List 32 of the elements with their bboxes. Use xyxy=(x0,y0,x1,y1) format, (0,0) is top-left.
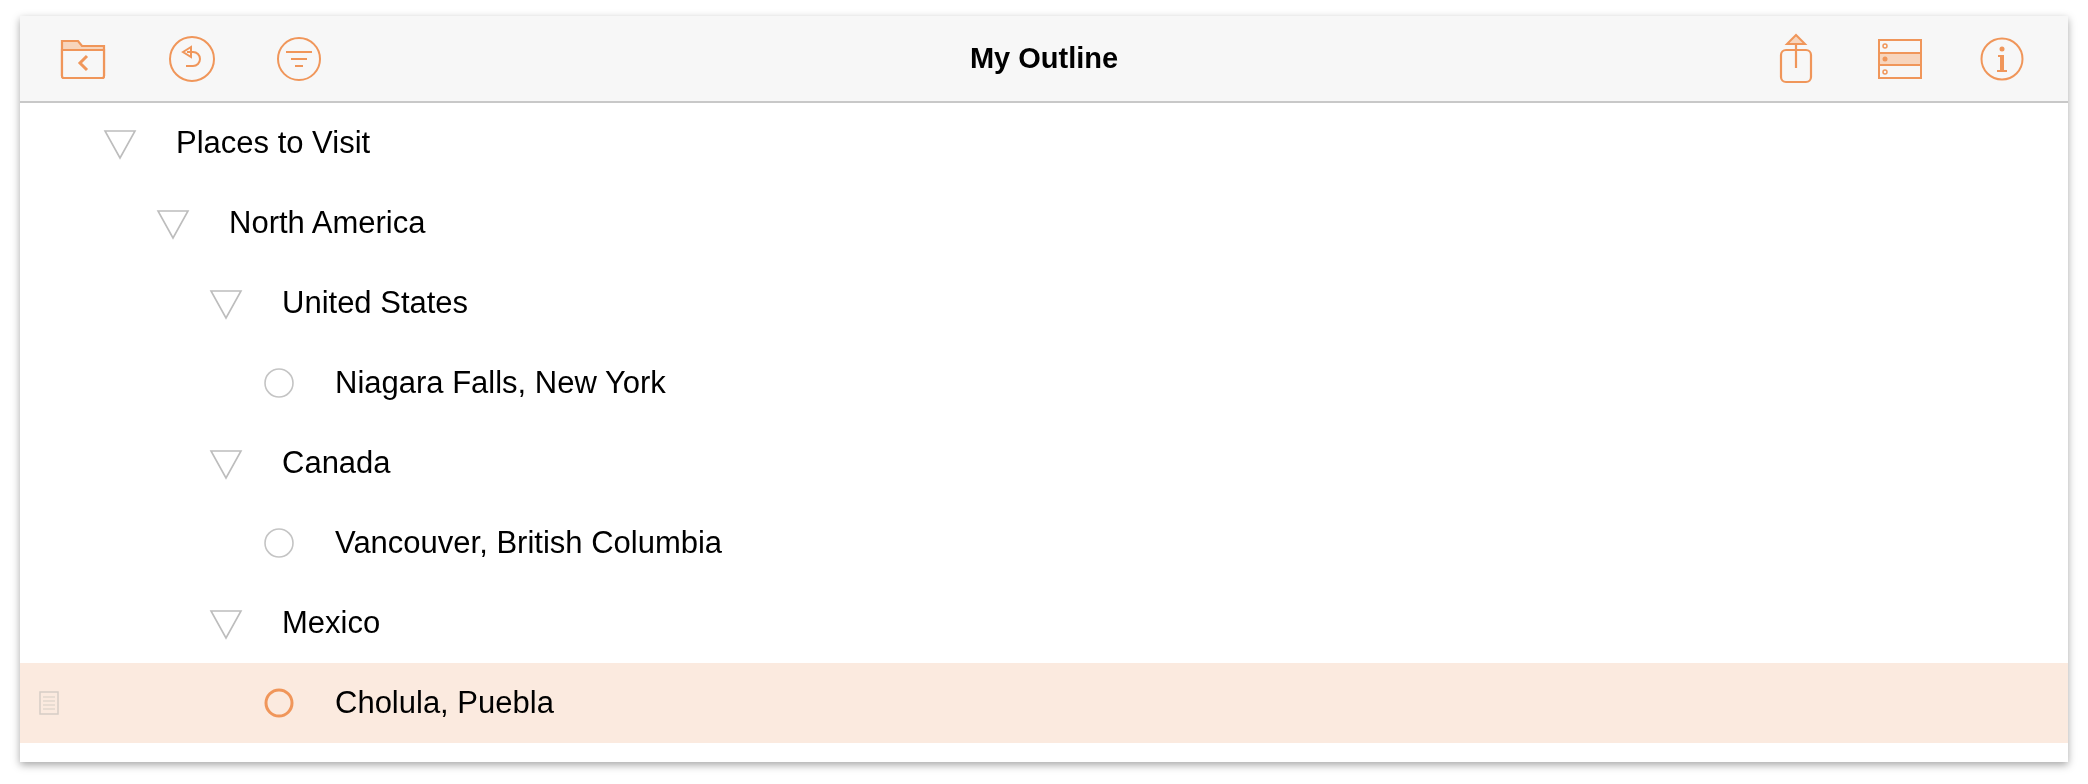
status-circle-icon[interactable] xyxy=(263,367,295,399)
share-button[interactable] xyxy=(1778,32,1814,85)
list-icon xyxy=(1878,38,1922,79)
outline-row[interactable]: Vancouver, British Columbia xyxy=(20,503,2068,583)
document-title: My Outline xyxy=(969,40,1119,76)
outline-row[interactable]: Niagara Falls, New York xyxy=(20,343,2068,423)
outline-row[interactable]: Places to Visit xyxy=(20,103,2068,183)
outline-item-text[interactable]: Niagara Falls, New York xyxy=(335,359,666,407)
undo-icon xyxy=(168,34,216,83)
outline-item-text[interactable]: Vancouver, British Columbia xyxy=(335,519,723,567)
folder-back-icon xyxy=(60,37,106,80)
status-circle-icon[interactable] xyxy=(263,527,295,559)
filter-button[interactable] xyxy=(276,35,322,82)
outline-item-text[interactable]: Mexico xyxy=(282,599,381,647)
outline-row[interactable]: United States xyxy=(20,263,2068,343)
outline-item-text[interactable]: Canada xyxy=(282,439,391,487)
status-circle-icon[interactable] xyxy=(263,687,295,719)
outline-row[interactable]: North America xyxy=(20,183,2068,263)
filter-icon xyxy=(276,35,322,82)
info-button[interactable] xyxy=(1980,36,2024,81)
note-icon[interactable] xyxy=(39,691,59,715)
outline-item-text[interactable]: North America xyxy=(229,199,426,247)
outline-row[interactable]: Canada xyxy=(20,423,2068,503)
outline-item-text[interactable]: Cholula, Puebla xyxy=(335,679,554,727)
selected-row[interactable]: Cholula, Puebla xyxy=(20,663,2068,743)
undo-button[interactable] xyxy=(168,34,216,83)
info-icon xyxy=(1980,36,2024,81)
row-style-button[interactable] xyxy=(1878,37,1922,80)
outline-row[interactable]: Mexico xyxy=(20,583,2068,663)
outline-item-text[interactable]: Places to Visit xyxy=(176,119,371,167)
share-icon xyxy=(1778,32,1814,85)
outline-item-text[interactable]: United States xyxy=(282,279,469,327)
